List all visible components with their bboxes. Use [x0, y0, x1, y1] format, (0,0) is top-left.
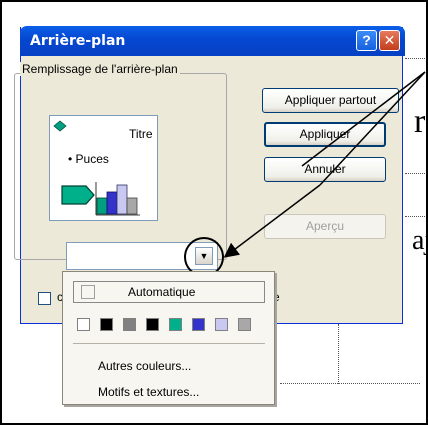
color-swatch[interactable] [169, 318, 182, 331]
color-swatch[interactable] [215, 318, 228, 331]
preview-title: Titre [129, 127, 153, 141]
title-bar[interactable]: Arrière-plan ? ✕ [20, 26, 405, 56]
color-swatch[interactable] [238, 318, 251, 331]
color-swatch[interactable] [192, 318, 205, 331]
dialog-title: Arrière-plan [30, 33, 126, 49]
automatic-label: Automatique [128, 285, 196, 299]
preview-chart-icon [61, 182, 140, 216]
menu-separator [73, 343, 265, 344]
fill-effects-item[interactable]: Motifs et textures... [98, 385, 199, 399]
automatic-swatch [81, 285, 95, 299]
diamond-bullet-icon [53, 120, 67, 132]
apply-all-button[interactable]: Appliquer partout [262, 88, 399, 113]
color-swatch[interactable] [77, 318, 90, 331]
slide-placeholder-line [405, 58, 425, 59]
color-swatch[interactable] [146, 318, 159, 331]
fill-group-label: Remplissage de l'arrière-plan [20, 62, 180, 76]
slide-text-fragment-2: aj [412, 225, 428, 256]
help-button[interactable]: ? [356, 30, 377, 51]
slide-text-fragment: r [414, 103, 426, 140]
color-swatch[interactable] [100, 318, 113, 331]
slide-placeholder-line [338, 324, 339, 384]
slide-placeholder-line [405, 216, 425, 217]
more-colors-item[interactable]: Autres couleurs... [98, 359, 191, 373]
preview-button: Aperçu [264, 214, 386, 239]
close-button[interactable]: ✕ [379, 30, 400, 51]
color-swatch[interactable] [123, 318, 136, 331]
omit-master-checkbox[interactable] [38, 292, 51, 305]
slide-placeholder-line [405, 173, 425, 174]
apply-button[interactable]: Appliquer [264, 122, 386, 147]
slide-placeholder-line [280, 383, 420, 384]
cancel-button[interactable]: Annuler [264, 157, 386, 182]
preview-bullet: • Puces [68, 152, 109, 166]
